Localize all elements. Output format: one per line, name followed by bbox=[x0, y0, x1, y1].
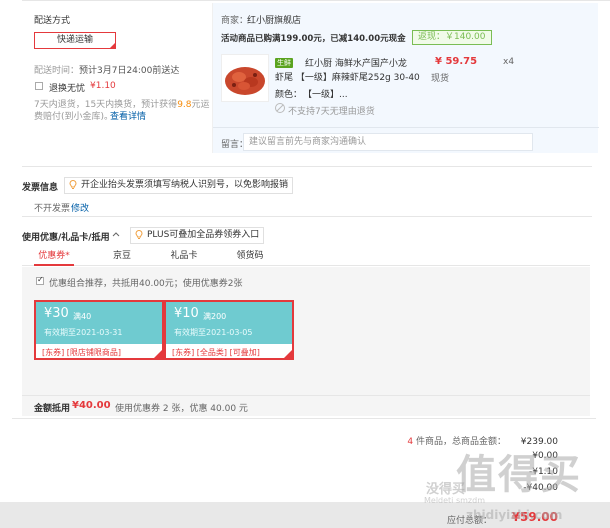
selected-check-icon bbox=[283, 349, 292, 358]
return-service-price: ¥1.10 bbox=[90, 81, 116, 91]
invoice-tip-text: 开企业抬头发票须填写纳税人识别号，以免影响报销 bbox=[81, 180, 289, 190]
discount-total-desc: 使用优惠券 2 张，优惠 40.00 元 bbox=[115, 404, 248, 414]
invoice-tip: 开企业抬头发票须填写纳税人识别号，以免影响报销 bbox=[64, 177, 294, 194]
return-service-label: 退换无忧 bbox=[49, 84, 86, 94]
top-divider bbox=[22, 0, 610, 1]
delivery-time-label: 配送时间： bbox=[34, 66, 80, 76]
coupon-tags: [东券] [限店铺限商品] bbox=[42, 348, 122, 357]
plus-coupon-text: PLUS可叠加全品券领券入口 bbox=[147, 230, 260, 240]
no-return-icon bbox=[275, 103, 285, 113]
tab-coupons[interactable]: 优惠券* bbox=[34, 246, 74, 266]
bulb-icon bbox=[135, 230, 143, 239]
discount-divider bbox=[22, 216, 592, 217]
coupon-card[interactable]: ¥30 满40 有效期至2021-03-31 [东券] [限店铺限商品] bbox=[34, 300, 164, 360]
chevron-up-icon[interactable] bbox=[112, 231, 120, 237]
color-value: 【一级】... bbox=[303, 90, 348, 100]
stock-status: 现货 bbox=[431, 74, 450, 84]
checkout-page: 配送方式 快递运输 配送时间： 预计3月7日24:00前送达 退换无忧 ¥1.1… bbox=[0, 0, 610, 528]
summary-divider bbox=[12, 418, 596, 419]
return-amount: 9.8 bbox=[177, 100, 192, 110]
watermark-left: 没得买 bbox=[426, 482, 466, 497]
product-quantity: x4 bbox=[503, 57, 515, 67]
discount-total-value: ¥40.00 bbox=[72, 400, 111, 411]
cashback-tag: 返现：￥140.00 bbox=[412, 30, 492, 45]
plus-coupon-entry[interactable]: PLUS可叠加全品券领券入口 bbox=[130, 227, 265, 244]
invoice-value: 不开发票 bbox=[34, 204, 71, 214]
color-label: 颜色： bbox=[275, 90, 303, 100]
return-detail-link[interactable]: 查看详情 bbox=[110, 109, 146, 122]
coupon-tag-strip: [东券] [全品类] [可叠加] bbox=[166, 344, 292, 358]
invoice-divider bbox=[22, 166, 592, 167]
shipping-title: 配送方式 bbox=[34, 16, 71, 26]
watermark-logo: 值得买 bbox=[456, 452, 582, 498]
watermark-url: zhidiyizhi.com bbox=[466, 508, 563, 522]
discount-title: 使用优惠/礼品卡/抵用 bbox=[22, 233, 110, 243]
bulb-icon bbox=[69, 180, 77, 189]
shipping-panel: 配送方式 快递运输 配送时间： 预计3月7日24:00前送达 退换无忧 ¥1.1… bbox=[22, 3, 212, 153]
return-service-desc-2: 费赔付(到小金库)。 bbox=[34, 112, 114, 122]
coupon-expiry: 有效期至2021-03-31 bbox=[44, 328, 123, 337]
shop-panel: 商家： 红小厨旗舰店 活动商品已购满199.00元，已减140.00元现金 返现… bbox=[212, 3, 599, 153]
invoice-title: 发票信息 bbox=[22, 183, 59, 193]
coupon-panel: 优惠组合推荐，共抵用40.00元；使用优惠券2张 ¥30 满40 有效期至202… bbox=[22, 267, 590, 395]
selected-check-icon bbox=[153, 349, 162, 358]
coupon-tag-strip: [东券] [限店铺限商品] bbox=[36, 344, 162, 358]
product-name-line-2[interactable]: 虾尾 【一级】麻辣虾尾252g 30-40 bbox=[275, 70, 420, 83]
product-image[interactable] bbox=[221, 54, 269, 102]
coupon-expiry: 有效期至2021-03-05 bbox=[174, 328, 253, 337]
combo-text: 优惠组合推荐，共抵用40.00元；使用优惠券2张 bbox=[49, 279, 243, 289]
coupon-card[interactable]: ¥10 满200 有效期至2021-03-05 [东券] [全品类] [可叠加] bbox=[164, 300, 294, 360]
tab-gift-card[interactable]: 礼品卡 bbox=[164, 246, 204, 266]
return-checkbox[interactable] bbox=[35, 82, 43, 90]
coupon-area: 优惠券* 京豆 礼品卡 领货码 优惠组合推荐，共抵用40.00元；使用优惠券2张… bbox=[22, 246, 590, 416]
coupon-condition: 满40 bbox=[73, 312, 92, 321]
shipping-method-button[interactable]: 快递运输 bbox=[34, 32, 116, 49]
shop-name[interactable]: 红小厨旗舰店 bbox=[247, 13, 301, 26]
tab-redeem-code[interactable]: 领货码 bbox=[228, 246, 272, 266]
shop-label: 商家： bbox=[221, 16, 249, 26]
discount-tabs: 优惠券* 京豆 礼品卡 领货码 bbox=[22, 246, 590, 266]
no-return-note: 不支持7天无理由退货 bbox=[288, 107, 375, 117]
coupon-amount: ¥10 bbox=[174, 306, 199, 321]
product-name-line-1[interactable]: 红小厨 海鲜水产国产小龙 bbox=[305, 56, 407, 69]
memo-divider bbox=[213, 127, 599, 128]
coupon-condition: 满200 bbox=[203, 312, 227, 321]
selected-corner-icon bbox=[109, 42, 116, 49]
coupon-tags: [东券] [全品类] [可叠加] bbox=[172, 348, 260, 357]
invoice-edit-link[interactable]: 修改 bbox=[71, 201, 89, 214]
memo-input[interactable]: 建议留言前先与商家沟通确认 bbox=[243, 133, 533, 151]
delivery-time-value: 预计3月7日24:00前送达 bbox=[79, 66, 180, 76]
discount-total-label: 金额抵用 bbox=[34, 404, 71, 414]
tab-jingdou[interactable]: 京豆 bbox=[102, 246, 142, 266]
discount-total-bar: 金额抵用 ¥40.00 使用优惠券 2 张，优惠 40.00 元 bbox=[22, 395, 590, 416]
promo-label: 活动商品已购满199.00元，已减140.00元现金 bbox=[221, 34, 406, 44]
combo-checkbox[interactable] bbox=[36, 275, 44, 285]
watermark-small: Meldeti smzdm bbox=[424, 496, 485, 505]
fresh-badge: 生鲜 bbox=[275, 58, 293, 68]
product-price: ¥ 59.75 bbox=[435, 56, 478, 67]
shipping-method-label: 快递运输 bbox=[56, 35, 93, 45]
coupon-amount: ¥30 bbox=[44, 306, 69, 321]
crayfish-image-icon bbox=[225, 67, 265, 95]
